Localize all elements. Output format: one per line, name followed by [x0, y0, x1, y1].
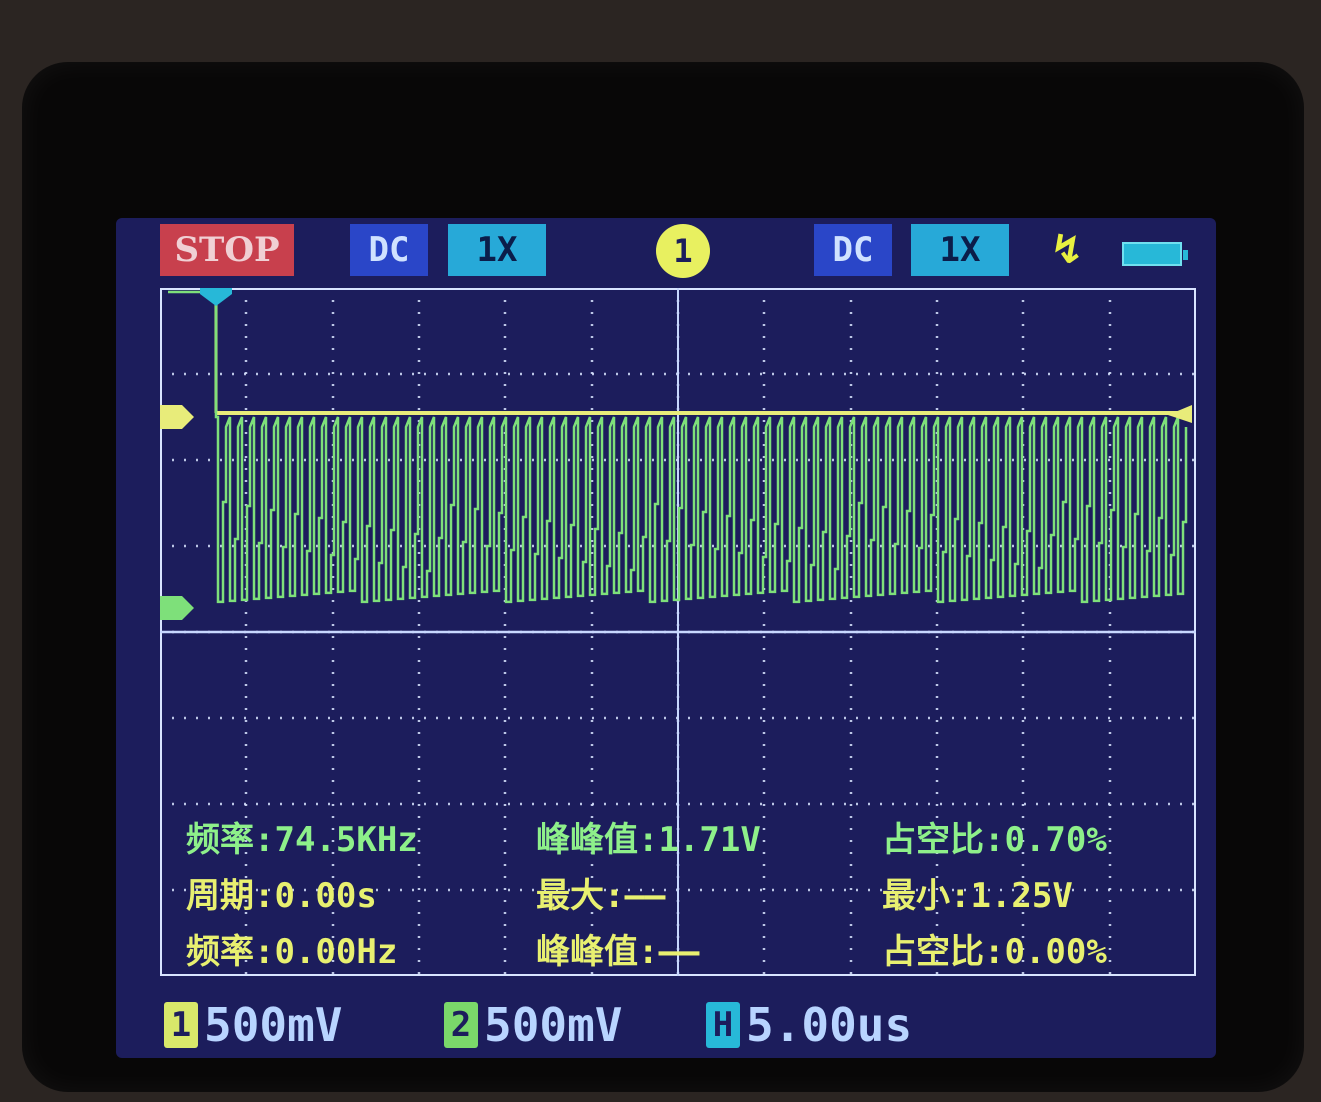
- ch2-vpp-value: ——: [658, 932, 700, 972]
- ch2-frequency-label: 频率:: [186, 932, 275, 972]
- ch2-period-readout: 周期:0.00s: [186, 868, 377, 917]
- ch2-duty-label: 占空比:: [882, 932, 1005, 972]
- battery-icon: [1122, 242, 1188, 266]
- ch2-level-marker: [160, 596, 194, 620]
- ch2-max-value: ——: [624, 876, 666, 916]
- ch2-scale-value: 500mV: [484, 998, 623, 1052]
- ch1-scale[interactable]: 1 500mV: [164, 998, 342, 1052]
- timebase-scale-label: H: [706, 1002, 740, 1048]
- ch2-duty-value: 0.00%: [1004, 932, 1107, 972]
- ch2-frequency-value: 0.00Hz: [274, 932, 398, 972]
- ch1-level-marker: [160, 405, 194, 429]
- ch1-duty-label: 占空比:: [882, 820, 1005, 860]
- ch2-probe-badge[interactable]: 1X: [911, 224, 1009, 276]
- ch2-min-readout: 最小:1.25V: [882, 868, 1073, 917]
- ch2-vpp-readout: 峰峰值:——: [536, 924, 699, 973]
- timebase-scale[interactable]: H 5.00us: [706, 998, 912, 1052]
- oscilloscope-screen: STOP DC 1X 1 DC 1X ↯ 频率:74.5KHz 峰峰值:1.71…: [116, 218, 1216, 1058]
- ch1-vpp-label: 峰峰值:: [536, 820, 659, 860]
- trigger-position-marker: [200, 288, 232, 306]
- timebase-scale-value: 5.00us: [746, 998, 913, 1052]
- ch2-scale[interactable]: 2 500mV: [444, 998, 622, 1052]
- ch1-scale-label: 1: [164, 1002, 198, 1048]
- ch1-frequency-label: 频率:: [186, 820, 275, 860]
- ch2-min-label: 最小:: [882, 876, 971, 916]
- ch1-vpp-readout: 峰峰值:1.71V: [536, 812, 761, 861]
- scale-bar: 1 500mV 2 500mV H 5.00us: [160, 998, 1200, 1052]
- run-state-badge[interactable]: STOP: [160, 224, 294, 276]
- rising-edge-icon[interactable]: ↯: [1050, 224, 1084, 276]
- ch1-frequency-value: 74.5KHz: [274, 820, 418, 860]
- ch1-duty-value: 0.70%: [1004, 820, 1107, 860]
- ch2-min-value: 1.25V: [970, 876, 1073, 916]
- ch2-max-label: 最大:: [536, 876, 625, 916]
- ch1-scale-value: 500mV: [204, 998, 343, 1052]
- ch2-frequency-readout: 频率:0.00Hz: [186, 924, 397, 973]
- device-bezel: STOP DC 1X 1 DC 1X ↯ 频率:74.5KHz 峰峰值:1.71…: [22, 62, 1304, 1092]
- ch2-scale-label: 2: [444, 1002, 478, 1048]
- ch1-coupling-badge[interactable]: DC: [350, 224, 428, 276]
- ch2-vpp-label: 峰峰值:: [536, 932, 659, 972]
- ch1-probe-badge[interactable]: 1X: [448, 224, 546, 276]
- ch2-coupling-badge[interactable]: DC: [814, 224, 892, 276]
- ch2-period-value: 0.00s: [274, 876, 377, 916]
- ch2-period-label: 周期:: [186, 876, 275, 916]
- trigger-level-marker: [1168, 405, 1192, 423]
- trigger-channel-badge[interactable]: 1: [656, 224, 710, 278]
- ch2-max-readout: 最大:——: [536, 868, 665, 917]
- ch2-duty-readout: 占空比:0.00%: [882, 924, 1107, 973]
- ch1-duty-readout: 占空比:0.70%: [882, 812, 1107, 861]
- ch1-vpp-value: 1.71V: [658, 820, 761, 860]
- ch1-frequency-readout: 频率:74.5KHz: [186, 812, 418, 861]
